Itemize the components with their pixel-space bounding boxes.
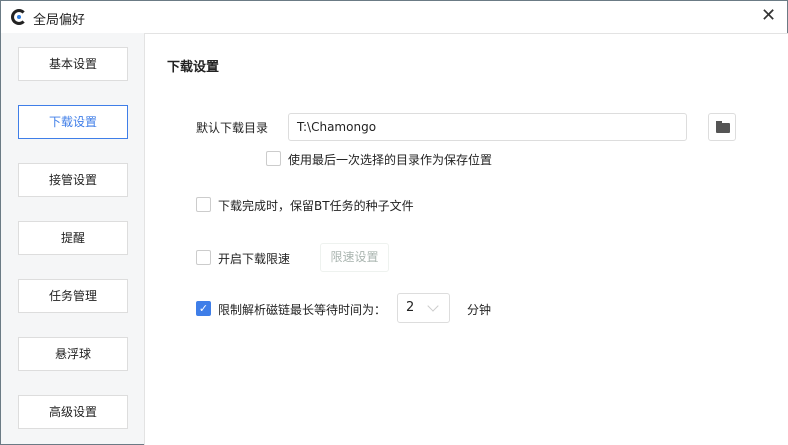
magnet-timeout-label: 限制解析磁链最长等待时间为： <box>218 303 387 317</box>
sidebar-item-floating-ball[interactable]: 悬浮球 <box>18 337 128 371</box>
app-logo-icon <box>11 9 27 25</box>
speed-limit-label: 开启下载限速 <box>218 252 291 266</box>
speed-limit-settings-button[interactable]: 限速设置 <box>320 243 389 272</box>
folder-icon <box>716 121 730 133</box>
speed-limit-checkbox[interactable] <box>196 250 211 265</box>
sidebar-item-basic[interactable]: 基本设置 <box>18 47 128 81</box>
sidebar-item-reminder[interactable]: 提醒 <box>18 221 128 255</box>
title-bar: 全局偏好 ✕ <box>1 1 787 33</box>
settings-panel: 下载设置 默认下载目录 T:\Chamongo 使用最后一次选择的目录作为保存位… <box>144 33 788 445</box>
use-last-dir-checkbox[interactable] <box>266 151 281 166</box>
browse-folder-button[interactable] <box>708 113 736 141</box>
download-dir-label: 默认下载目录 <box>196 121 269 135</box>
window-title: 全局偏好 <box>33 13 86 28</box>
minutes-unit-label: 分钟 <box>467 303 492 317</box>
magnet-timeout-select[interactable]: 2 <box>397 293 450 323</box>
magnet-timeout-checkbox[interactable]: ✓ <box>196 301 211 316</box>
chevron-down-icon <box>427 300 439 312</box>
use-last-dir-label: 使用最后一次选择的目录作为保存位置 <box>288 153 493 167</box>
close-icon[interactable]: ✕ <box>761 5 776 26</box>
sidebar-item-download[interactable]: 下载设置 <box>18 105 128 139</box>
keep-torrent-label: 下载完成时，保留BT任务的种子文件 <box>218 199 414 213</box>
page-title: 下载设置 <box>167 60 220 75</box>
preferences-window: 全局偏好 ✕ 基本设置 下载设置 接管设置 提醒 任务管理 悬浮球 高级设置 下… <box>0 0 788 445</box>
sidebar-item-task-management[interactable]: 任务管理 <box>18 279 128 313</box>
download-dir-input[interactable]: T:\Chamongo <box>288 113 687 141</box>
sidebar-item-advanced[interactable]: 高级设置 <box>18 395 128 429</box>
magnet-timeout-value: 2 <box>406 300 415 315</box>
sidebar-item-takeover[interactable]: 接管设置 <box>18 163 128 197</box>
keep-torrent-checkbox[interactable] <box>196 197 211 212</box>
